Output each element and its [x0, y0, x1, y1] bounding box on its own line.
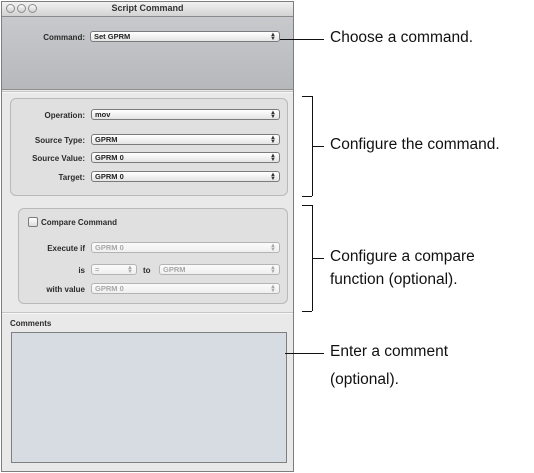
popup-arrows-icon: ▲ ▼	[270, 152, 276, 163]
callout-bracket	[302, 205, 312, 206]
command-popup-value: Set GPRM	[94, 32, 131, 41]
with-value-label: with value	[46, 285, 85, 294]
popup-arrows-icon: ▲ ▼	[270, 31, 276, 42]
window-title: Script Command	[111, 3, 184, 13]
script-command-window: Script Command Command: Set GPRM ▲ ▼ Oper…	[1, 1, 294, 472]
command-label: Command:	[43, 33, 85, 42]
execute-if-popup[interactable]: GPRM 0 ▲ ▼	[91, 242, 280, 253]
popup-arrows-icon: ▲ ▼	[270, 264, 276, 275]
is-popup-value: =	[95, 265, 100, 274]
callout-bracket	[302, 196, 312, 197]
target-label: Target:	[58, 173, 85, 182]
callout-enter-comment-line1: Enter a comment	[330, 343, 449, 360]
callout-configure-compare-line1: Configure a compare	[330, 248, 475, 265]
title-bar: Script Command	[2, 2, 293, 17]
source-value-label: Source Value:	[32, 154, 85, 163]
source-value-popup-value: GPRM 0	[95, 153, 124, 162]
is-popup[interactable]: = ▲ ▼	[91, 264, 137, 275]
operation-label: Operation:	[44, 111, 85, 120]
to-popup-value: GPRM	[163, 265, 186, 274]
to-popup[interactable]: GPRM ▲ ▼	[159, 264, 280, 275]
source-type-popup[interactable]: GPRM ▲ ▼	[91, 134, 280, 145]
target-popup-value: GPRM 0	[95, 172, 124, 181]
execute-if-label: Execute if	[47, 244, 85, 253]
compare-command-label: Compare Command	[41, 218, 118, 227]
popup-arrows-icon: ▲ ▼	[270, 283, 276, 294]
callout-configure-command: Configure the command.	[330, 136, 500, 153]
with-value-popup-value: GPRM 0	[95, 284, 124, 293]
execute-if-popup-value: GPRM 0	[95, 243, 124, 252]
separator	[2, 91, 293, 93]
comments-textarea[interactable]	[11, 332, 287, 463]
operation-popup-value: mov	[95, 110, 111, 119]
source-type-label: Source Type:	[34, 136, 85, 145]
command-popup[interactable]: Set GPRM ▲ ▼	[90, 31, 280, 42]
callout-line	[285, 353, 324, 354]
callout-line	[312, 258, 324, 259]
callout-choose-command: Choose a command.	[330, 29, 474, 46]
callout-configure-compare-line2: function (optional).	[330, 271, 458, 288]
comments-label: Comments	[10, 319, 52, 328]
popup-arrows-icon: ▲ ▼	[270, 242, 276, 253]
compare-command-checkbox[interactable]	[28, 217, 38, 227]
source-type-popup-value: GPRM	[95, 135, 118, 144]
with-value-popup[interactable]: GPRM 0 ▲ ▼	[91, 283, 280, 294]
callout-bracket	[302, 96, 312, 97]
callout-bracket	[302, 311, 312, 312]
popup-arrows-icon: ▲ ▼	[270, 134, 276, 145]
operation-popup[interactable]: mov ▲ ▼	[91, 109, 280, 120]
is-label: is	[78, 266, 85, 275]
callout-line	[280, 39, 324, 40]
separator	[2, 312, 293, 314]
command-area: Command: Set GPRM ▲ ▼	[2, 17, 293, 90]
source-value-popup[interactable]: GPRM 0 ▲ ▼	[91, 152, 280, 163]
popup-arrows-icon: ▲ ▼	[270, 171, 276, 182]
target-popup[interactable]: GPRM 0 ▲ ▼	[91, 171, 280, 182]
callout-enter-comment-line2: (optional).	[330, 371, 399, 388]
popup-arrows-icon: ▲ ▼	[127, 264, 133, 275]
popup-arrows-icon: ▲ ▼	[270, 109, 276, 120]
callout-line	[312, 146, 324, 147]
to-label: to	[143, 266, 151, 275]
